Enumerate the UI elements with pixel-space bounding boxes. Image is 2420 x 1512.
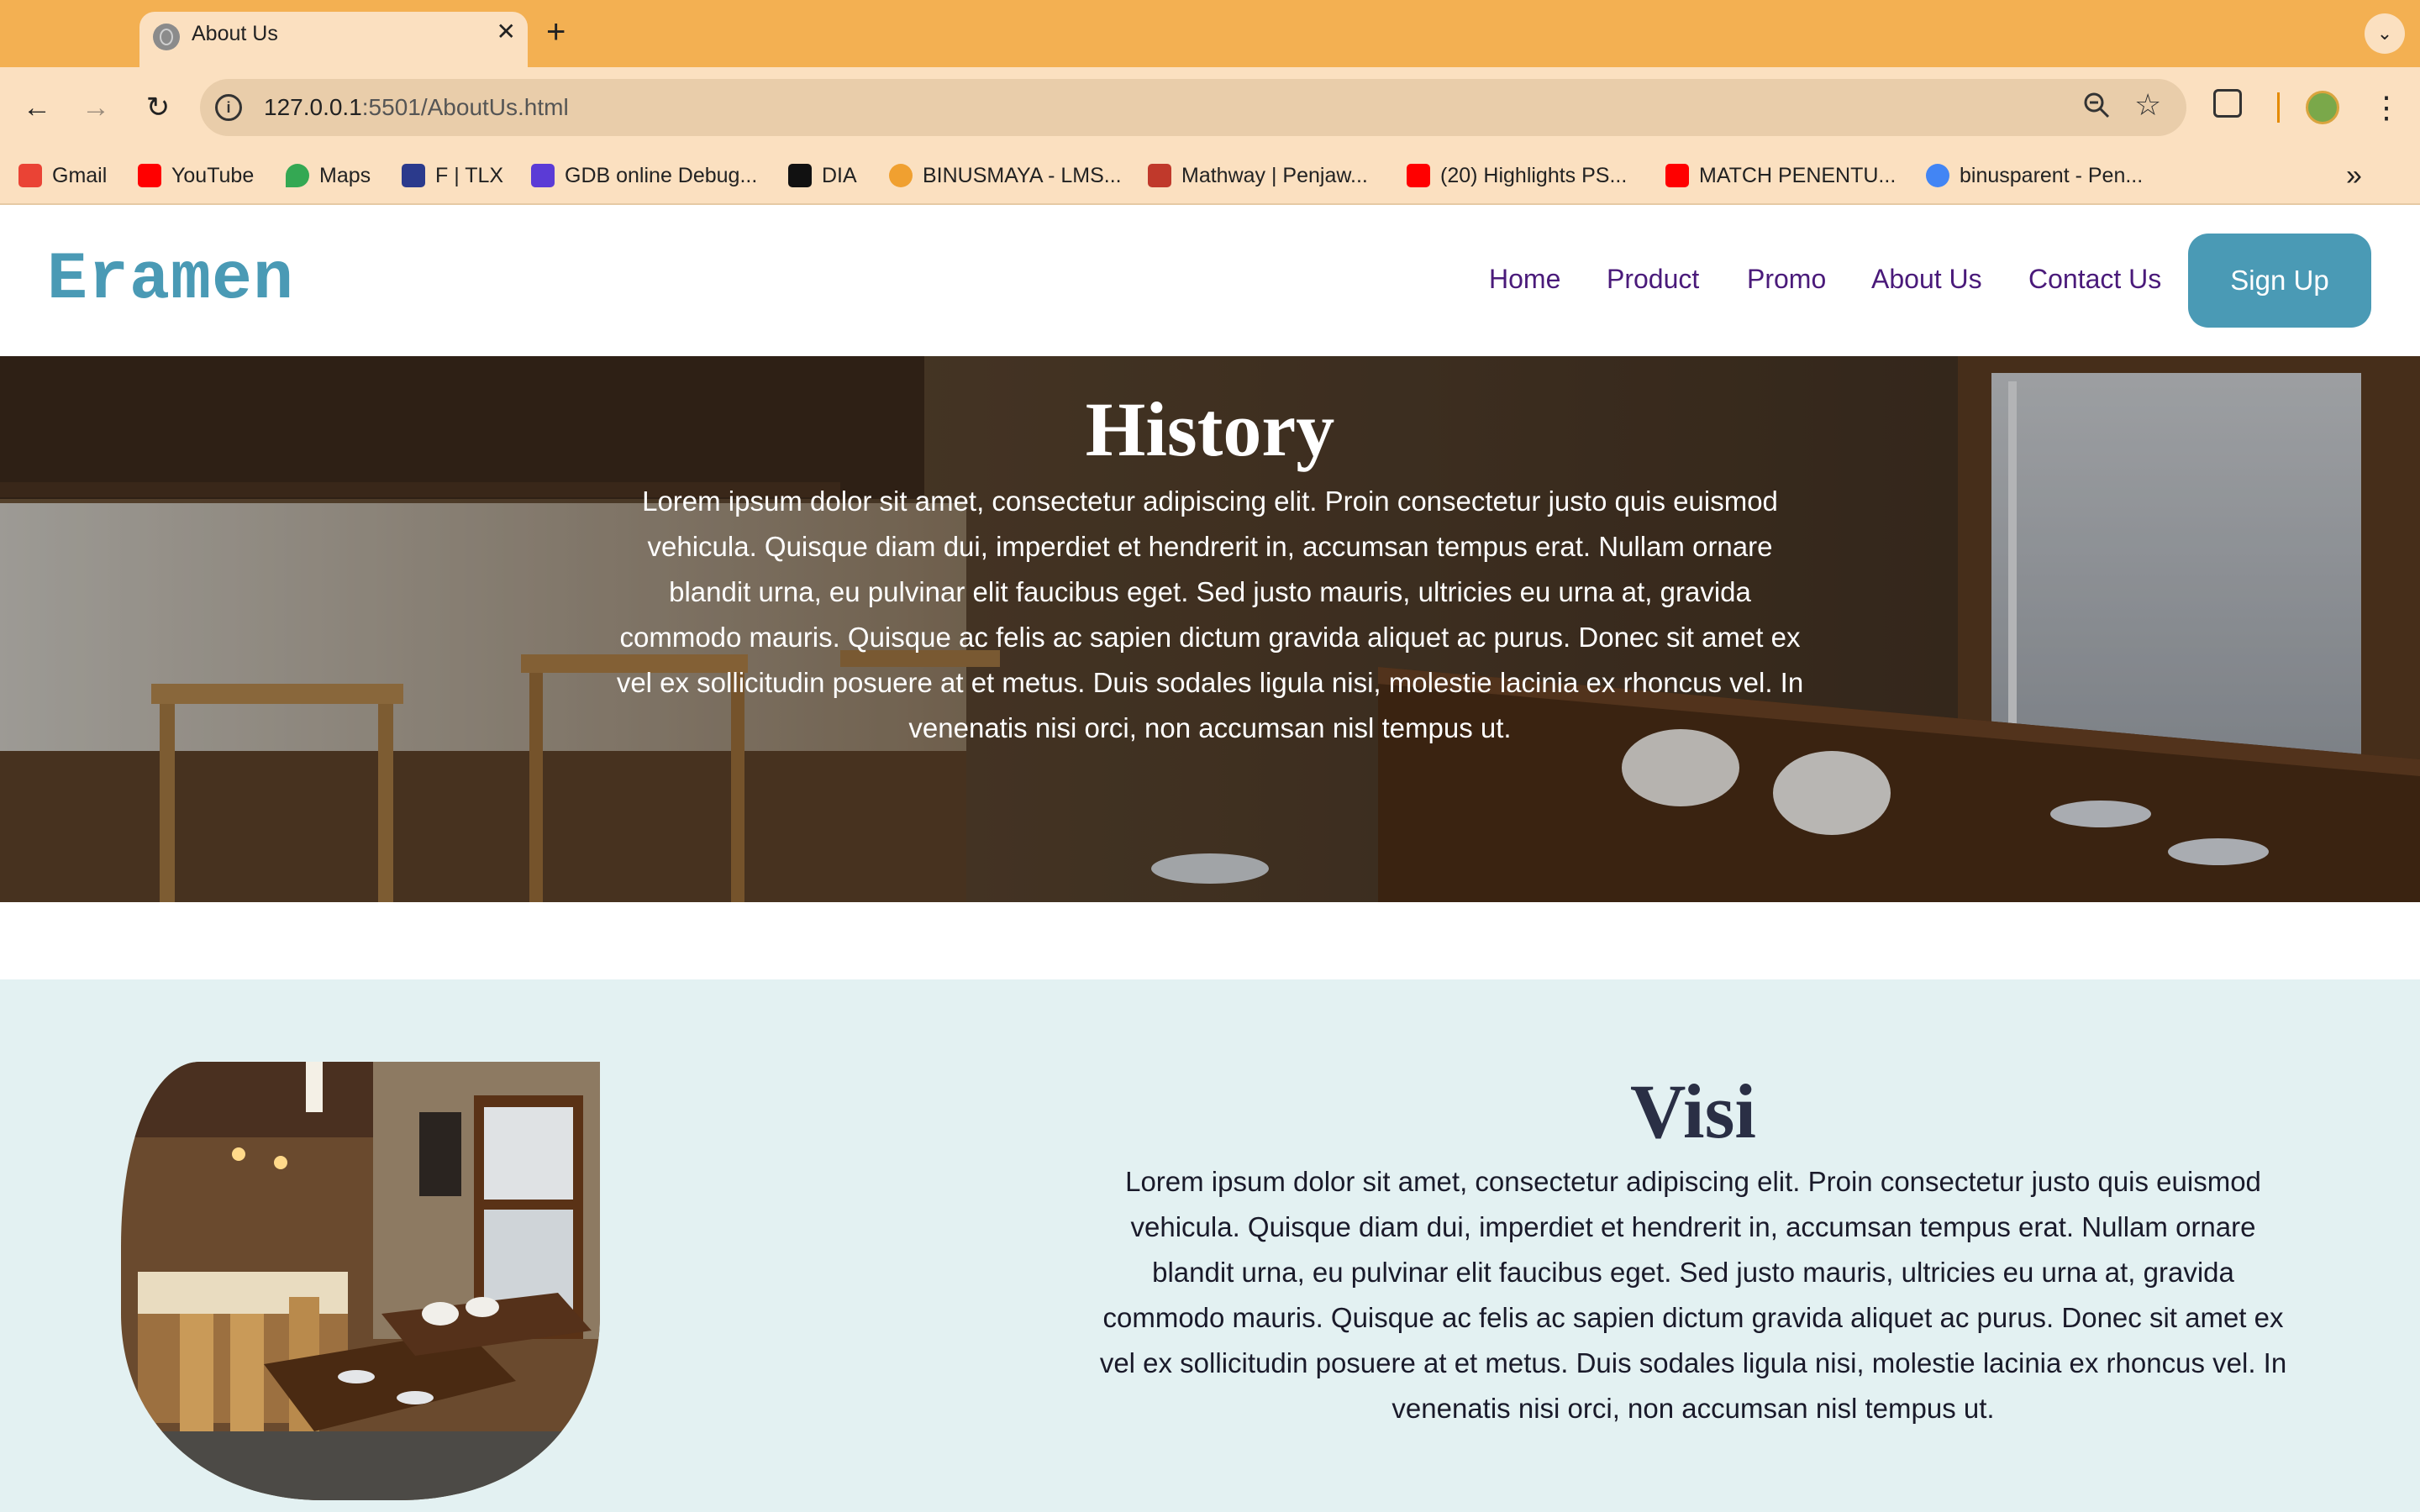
nav-promo[interactable]: Promo xyxy=(1747,264,1826,295)
zoom-icon[interactable] xyxy=(2082,91,2111,126)
nav-home[interactable]: Home xyxy=(1489,264,1560,295)
nav-contact-us[interactable]: Contact Us xyxy=(2028,264,2161,295)
nav-about-us[interactable]: About Us xyxy=(1871,264,1982,295)
bookmarks-overflow-icon[interactable]: » xyxy=(2346,160,2362,192)
tlx-icon xyxy=(402,164,425,187)
history-content: History Lorem ipsum dolor sit amet, cons… xyxy=(0,356,2420,902)
restaurant-photo xyxy=(121,1062,600,1500)
section-spacer xyxy=(0,902,2420,979)
reload-button[interactable]: ↻ xyxy=(138,87,178,128)
back-button[interactable]: ← xyxy=(17,87,57,128)
binusmaya-icon xyxy=(889,164,913,187)
bookmark-tlx[interactable]: F | TLX xyxy=(402,161,503,190)
globe-icon xyxy=(153,24,180,50)
mathway-icon xyxy=(1148,164,1171,187)
sign-up-button[interactable]: Sign Up xyxy=(2188,234,2371,328)
bookmark-binusparent[interactable]: binusparent - Pen... xyxy=(1926,161,2143,190)
youtube-icon xyxy=(1665,164,1689,187)
browser-tab-active[interactable]: About Us ✕ xyxy=(139,12,528,67)
bookmark-youtube[interactable]: YouTube xyxy=(138,161,254,190)
site-logo[interactable]: Eramen xyxy=(47,242,294,318)
bookmark-mathway[interactable]: Mathway | Penjaw... xyxy=(1148,161,1368,190)
tab-title: About Us xyxy=(192,22,278,45)
history-text: Lorem ipsum dolor sit amet, consectetur … xyxy=(616,486,1804,743)
url-text[interactable]: 127.0.0.1:5501/AboutUs.html xyxy=(264,94,569,121)
tab-search-button[interactable]: ⌄ xyxy=(2365,13,2405,54)
bookmarks-bar: Gmail YouTube Maps F | TLX GDB online De… xyxy=(0,148,2420,205)
bookmark-binusmaya[interactable]: BINUSMAYA - LMS... xyxy=(889,161,1122,190)
bookmark-highlights[interactable]: (20) Highlights PS... xyxy=(1407,161,1627,190)
address-bar[interactable]: i 127.0.0.1:5501/AboutUs.html ☆ xyxy=(200,79,2186,136)
browser-tabstrip: About Us ✕ + ⌄ xyxy=(0,0,2420,67)
bookmark-maps[interactable]: Maps xyxy=(286,161,371,190)
browser-menu-icon[interactable]: ⋮ xyxy=(2371,87,2402,128)
site-info-icon[interactable]: i xyxy=(215,94,242,121)
new-tab-button[interactable]: + xyxy=(546,13,566,50)
bookmark-gdb[interactable]: GDB online Debug... xyxy=(531,161,757,190)
bookmark-star-icon[interactable]: ☆ xyxy=(2134,87,2161,123)
browser-toolbar: ← → ↻ i 127.0.0.1:5501/AboutUs.html ☆ ⋮ xyxy=(0,67,2420,148)
forward-button[interactable]: → xyxy=(76,87,116,128)
toolbar-divider xyxy=(2277,92,2280,123)
history-title: History xyxy=(1085,386,1335,472)
gdb-icon xyxy=(531,164,555,187)
visi-title: Visi xyxy=(1630,1068,1756,1154)
close-tab-icon[interactable]: ✕ xyxy=(497,18,516,45)
site-header: Eramen Home Product Promo About Us Conta… xyxy=(0,205,2420,356)
visi-text: Lorem ipsum dolor sit amet, consectetur … xyxy=(1099,1166,2287,1424)
visi-section: Visi Lorem ipsum dolor sit amet, consect… xyxy=(0,979,2420,1512)
google-icon xyxy=(1926,164,1949,187)
extensions-icon[interactable] xyxy=(2213,89,2242,118)
bookmark-dia[interactable]: DIA xyxy=(788,161,857,190)
profile-avatar[interactable] xyxy=(2306,91,2339,124)
dia-icon xyxy=(788,164,812,187)
history-hero: History Lorem ipsum dolor sit amet, cons… xyxy=(0,356,2420,902)
youtube-icon xyxy=(138,164,161,187)
gmail-icon xyxy=(18,164,42,187)
bookmark-gmail[interactable]: Gmail xyxy=(18,161,107,190)
nav-product[interactable]: Product xyxy=(1607,264,1699,295)
maps-icon xyxy=(286,164,309,187)
youtube-icon xyxy=(1407,164,1430,187)
bookmark-match[interactable]: MATCH PENENTU... xyxy=(1665,161,1896,190)
